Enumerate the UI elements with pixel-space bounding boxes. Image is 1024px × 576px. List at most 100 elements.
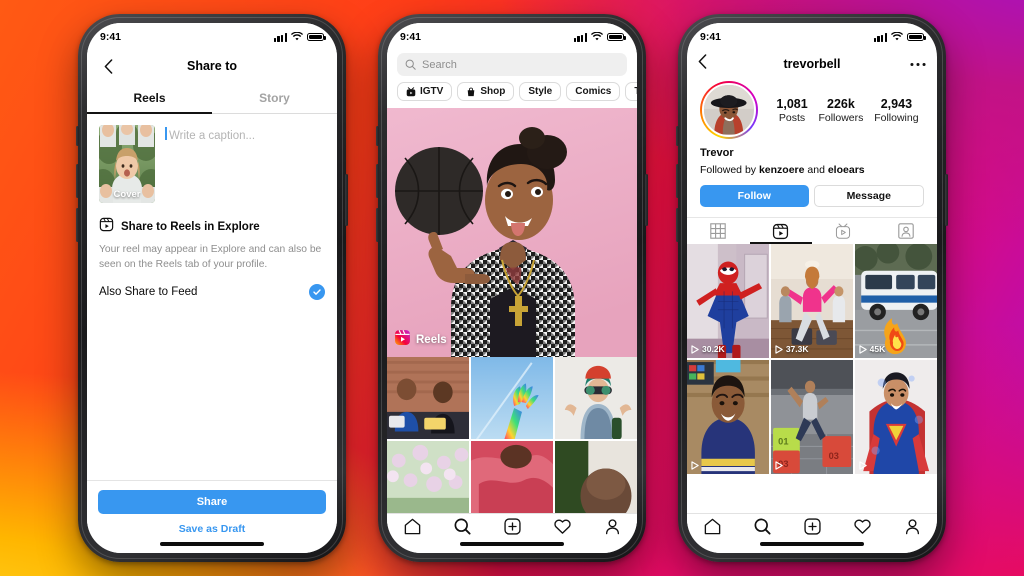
reels-icon [99, 217, 114, 237]
chip-tv-movies[interactable]: TV & Movies [625, 82, 637, 101]
explore-heading-row: Share to Reels in Explore [99, 217, 325, 237]
cellular-signal-icon [873, 32, 887, 42]
reel-tile[interactable]: 37.3K [770, 244, 854, 359]
stat-number: 1,081 [776, 96, 808, 111]
status-time: 9:41 [400, 31, 422, 43]
home-icon[interactable] [703, 517, 722, 541]
search-input[interactable]: Search [397, 53, 627, 76]
profile-icon[interactable] [603, 517, 622, 541]
explore-tile[interactable] [470, 357, 554, 440]
search-icon[interactable] [453, 517, 472, 541]
stat-followers[interactable]: 226k Followers [818, 97, 863, 124]
reel-views: 37.3K [775, 344, 809, 354]
volume-down-button [376, 208, 379, 242]
message-button[interactable]: Message [813, 185, 924, 207]
explore-grid [387, 357, 637, 524]
search-placeholder: Search [422, 58, 457, 71]
igtv-icon[interactable] [812, 218, 875, 244]
stat-label: Following [874, 111, 919, 124]
chip-style[interactable]: Style [519, 82, 562, 101]
caption-input[interactable]: Write a caption... [165, 125, 325, 203]
avatar-story-ring[interactable] [700, 81, 758, 139]
reel-art: 01 03 03 [770, 359, 854, 475]
mute-switch [76, 126, 79, 146]
tile-art [554, 440, 637, 524]
explore-tile[interactable] [387, 440, 470, 524]
chip-igtv[interactable]: IGTV [397, 82, 453, 101]
mute-switch [676, 126, 679, 146]
home-indicator[interactable] [160, 541, 264, 546]
reel-views [859, 461, 870, 471]
shop-bag-icon [468, 87, 475, 96]
explore-tile[interactable] [470, 440, 554, 524]
reel-views [775, 461, 786, 471]
home-indicator[interactable] [460, 541, 564, 546]
explore-hero-reel[interactable]: Reels [387, 108, 637, 357]
tile-art [387, 357, 470, 440]
save-as-draft-button[interactable]: Save as Draft [98, 523, 326, 535]
heart-icon[interactable] [553, 517, 572, 541]
tab-reels[interactable]: Reels [87, 83, 212, 114]
followed-by-text: Followed by kenzoere and eloears [700, 164, 924, 176]
status-icons [573, 32, 626, 42]
add-icon[interactable] [503, 517, 522, 541]
reel-tile[interactable]: 01 03 03 [770, 359, 854, 475]
volume-up-button [76, 164, 79, 198]
tagged-icon[interactable] [875, 218, 938, 244]
explore-tile[interactable] [387, 357, 470, 440]
status-icons [273, 32, 326, 42]
avatar[interactable] [702, 83, 756, 137]
page-title: Share to [186, 59, 237, 73]
stat-following[interactable]: 2,943 Following [874, 97, 918, 124]
wifi-icon [291, 32, 303, 41]
reel-art [854, 359, 937, 475]
more-dots-icon[interactable] [910, 62, 926, 67]
share-tabs: Reels Story [87, 83, 337, 114]
reels-icon [394, 329, 411, 351]
reel-tile[interactable]: 30.2K [687, 244, 770, 359]
views-count: 45K [869, 344, 886, 355]
profile-icon[interactable] [903, 517, 922, 541]
reel-tile[interactable] [687, 359, 770, 475]
reels-icon[interactable] [749, 218, 813, 244]
explore-tile[interactable] [554, 357, 637, 440]
volume-up-button [676, 164, 679, 198]
cover-thumbnail[interactable]: Cover [99, 125, 155, 203]
stat-posts[interactable]: 1,081 Posts [776, 97, 807, 124]
profile-tabs [687, 217, 937, 244]
followed-by-user-1[interactable]: kenzoere [759, 164, 805, 176]
also-share-to-feed-row[interactable]: Also Share to Feed [99, 283, 325, 300]
wifi-icon [591, 32, 603, 41]
status-icons [873, 32, 926, 42]
add-icon[interactable] [803, 517, 822, 541]
power-button [645, 174, 648, 226]
reel-art [854, 244, 937, 359]
follow-button[interactable]: Follow [700, 185, 809, 207]
chevron-left-icon[interactable] [99, 57, 117, 75]
home-indicator[interactable] [760, 541, 864, 546]
share-button[interactable]: Share [98, 490, 326, 514]
status-bar: 9:41 [387, 23, 637, 49]
stat-label: Posts [778, 111, 806, 124]
phones-stage: 9:41 Share to Reels Story Cover Write a … [0, 0, 1024, 576]
caption-row: Cover Write a caption... [87, 114, 337, 203]
text-caret [165, 127, 167, 140]
search-icon[interactable] [753, 517, 772, 541]
reel-tile[interactable]: 45K [854, 244, 937, 359]
followed-by-prefix: Followed by [700, 164, 759, 176]
explore-tile[interactable] [554, 440, 637, 524]
reel-art [687, 244, 770, 359]
chip-comics[interactable]: Comics [566, 82, 621, 101]
followed-by-user-2[interactable]: eloears [828, 164, 865, 176]
reel-tile[interactable] [854, 359, 937, 475]
cellular-signal-icon [273, 32, 287, 42]
check-icon[interactable] [309, 283, 325, 300]
grid-icon[interactable] [687, 218, 750, 244]
reel-views [691, 461, 702, 471]
heart-icon[interactable] [853, 517, 872, 541]
phone-share-to: 9:41 Share to Reels Story Cover Write a … [76, 14, 348, 562]
tab-story[interactable]: Story [212, 83, 337, 113]
home-icon[interactable] [403, 517, 422, 541]
chip-shop[interactable]: Shop [457, 82, 515, 101]
tile-art [470, 440, 554, 524]
